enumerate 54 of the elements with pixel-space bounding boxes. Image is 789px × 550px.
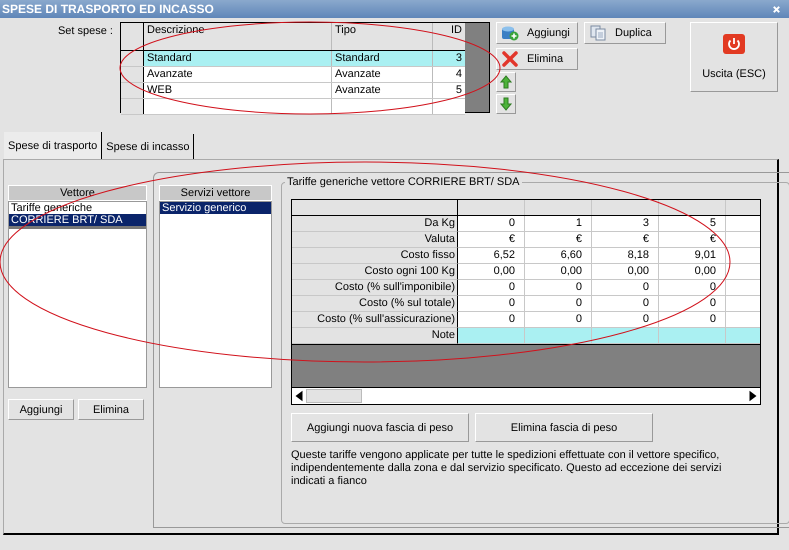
move-down-button[interactable] (496, 94, 516, 114)
power-icon (723, 34, 745, 54)
note-cell[interactable] (458, 328, 525, 344)
table-cell: Avanzate (332, 67, 433, 82)
box-plus-icon (501, 25, 519, 41)
row-header: Da Kg (292, 216, 458, 232)
table-cell: WEB (144, 83, 332, 98)
field-label: Set spese : (56, 25, 113, 37)
row-header: Costo (% sull'imponibile) (292, 280, 458, 296)
column-header: Tipo (332, 23, 433, 50)
note-cell[interactable] (659, 328, 726, 344)
window-title: SPESE DI TRASPORTO ED INCASSO (2, 2, 214, 16)
note-cell[interactable] (525, 328, 592, 344)
arrow-down-icon (500, 97, 512, 111)
group-title: Tariffe generiche vettore CORRIERE BRT/ SDA (285, 176, 522, 188)
table-cell: Standard (332, 51, 433, 66)
arrow-up-icon (500, 75, 512, 89)
table-row[interactable]: WEB Avanzate 5 (121, 83, 465, 99)
note-cell[interactable] (592, 328, 659, 344)
horizontal-scrollbar[interactable] (292, 387, 760, 404)
table-cell: Avanzate (144, 67, 332, 82)
list-header: Servizi vettore (159, 185, 272, 201)
close-icon[interactable] (772, 4, 781, 14)
exit-button[interactable]: Uscita (ESC) (690, 22, 778, 92)
column-header: ID (450, 23, 463, 38)
add-weight-band-button[interactable]: Aggiungi nuova fascia di peso (291, 413, 469, 442)
table-row[interactable]: Standard Standard 3 (121, 51, 465, 67)
row-header: Costo (% sul totale) (292, 296, 458, 312)
add-button[interactable]: Aggiungi (496, 22, 578, 44)
row-header: Costo fisso (292, 248, 458, 264)
table-cell-text: 4 (454, 67, 463, 82)
table-cell: 3 (433, 51, 465, 66)
column-header: Descrizione (144, 23, 332, 50)
table-row[interactable]: Avanzate Avanzate 4 (121, 67, 465, 83)
description-text: Queste tariffe vengono applicate per tutte le spedizioni effettuate con il vettore specifico, indipendentemente dalla zona e dal servizio specificato. Questo ad eccezione dei servizi indicati a fianco (291, 449, 722, 488)
delete-weight-band-button[interactable]: Elimina fascia di peso (475, 413, 653, 442)
delete-button[interactable]: Elimina (78, 399, 144, 420)
list-header: Vettore (8, 185, 147, 201)
add-button[interactable]: Aggiungi (8, 399, 74, 420)
row-header: Costo (% sull'assicurazione) (292, 312, 458, 328)
tab[interactable]: Spese di trasporto (4, 132, 102, 159)
table-cell-text: 5 (454, 83, 463, 98)
duplicate-button[interactable]: Duplica (584, 22, 666, 44)
documents-icon (589, 25, 607, 41)
list-item[interactable]: Servizio generico (160, 202, 271, 214)
scroll-thumb[interactable] (306, 389, 362, 403)
move-up-button[interactable] (496, 72, 516, 92)
row-header: Valuta (292, 232, 458, 248)
row-header: Note (292, 328, 458, 344)
delete-icon (501, 51, 519, 67)
table-cell: Avanzate (332, 83, 433, 98)
row-header: Costo ogni 100 Kg (292, 264, 458, 280)
delete-button[interactable]: Elimina (496, 48, 578, 70)
table-cell: Standard (144, 51, 332, 66)
